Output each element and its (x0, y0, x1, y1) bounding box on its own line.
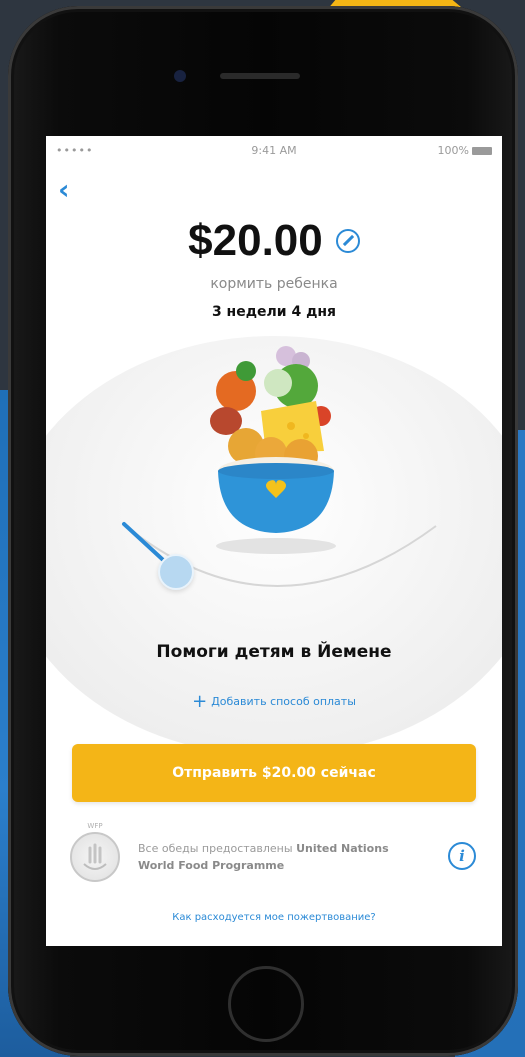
edit-icon[interactable] (335, 229, 360, 253)
slider-knob[interactable] (158, 554, 194, 590)
how-spent-link[interactable]: Как расходуется мое пожертвование? (46, 912, 502, 923)
battery-indicator: 100% (438, 144, 492, 157)
battery-label: 100% (437, 144, 469, 157)
wfp-logo-label: WFP (87, 822, 103, 830)
speaker (220, 73, 300, 79)
battery-icon (472, 147, 492, 155)
donation-amount: $20.00 (188, 216, 323, 265)
status-bar: ••••• 9:41 AM 100% (46, 136, 502, 164)
camera (174, 70, 186, 82)
donation-duration: 3 недели 4 дня (211, 304, 337, 320)
amount-row: $20.00 (46, 216, 502, 266)
phone-frame: ••••• 9:41 AM 100% ‹ $20.00 кормить ребе… (8, 6, 518, 1056)
info-icon[interactable]: i (448, 842, 476, 870)
donation-subtitle: кормить ребенка (210, 276, 338, 292)
home-button[interactable] (228, 966, 304, 1042)
status-time: 9:41 AM (251, 144, 297, 157)
food-bowl-illustration (210, 346, 336, 554)
donate-button[interactable]: Отправить $20.00 сейчас (72, 744, 476, 802)
wfp-emblem-icon (83, 843, 107, 870)
plus-icon: + (192, 691, 208, 712)
add-payment-link[interactable]: + Добавить способ оплаты (46, 691, 502, 712)
add-payment-label: Добавить способ оплаты (211, 695, 356, 708)
back-icon[interactable]: ‹ (58, 176, 78, 204)
credit-text: Все обеды предоставлены United Nations W… (138, 840, 428, 874)
cause-title: Помоги детям в Йемене (156, 642, 392, 662)
credit-prefix: Все обеды предоставлены (138, 842, 293, 855)
wfp-logo: WFP (70, 822, 120, 882)
app-screen: ••••• 9:41 AM 100% ‹ $20.00 кормить ребе… (46, 136, 502, 946)
